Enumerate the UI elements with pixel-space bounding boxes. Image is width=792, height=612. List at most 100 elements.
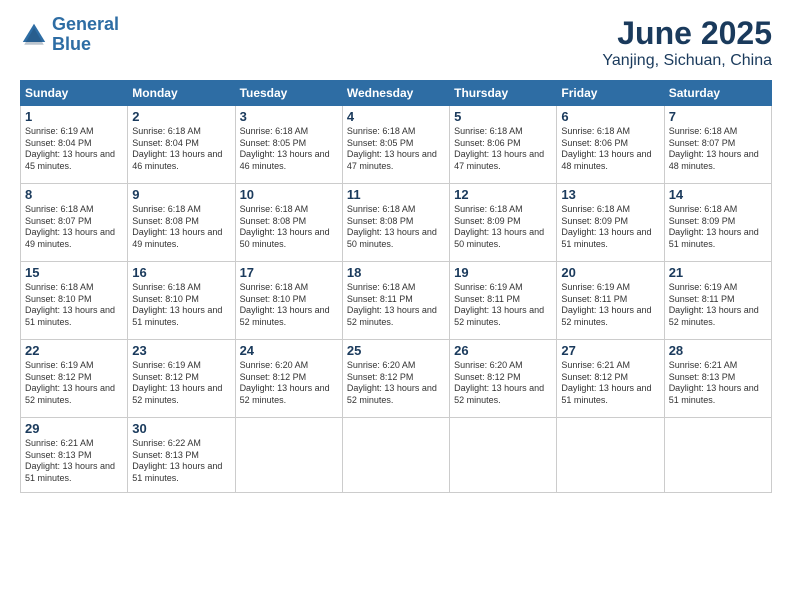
day-number: 16 xyxy=(132,265,230,280)
calendar-cell: 9 Sunrise: 6:18 AM Sunset: 8:08 PM Dayli… xyxy=(128,184,235,262)
daylight-text: Daylight: 13 hours and 52 minutes. xyxy=(347,383,445,406)
calendar-week-row: 22 Sunrise: 6:19 AM Sunset: 8:12 PM Dayl… xyxy=(21,340,772,418)
daylight-text: Daylight: 13 hours and 48 minutes. xyxy=(669,149,767,172)
day-number: 5 xyxy=(454,109,552,124)
sunset-text: Sunset: 8:12 PM xyxy=(561,372,659,384)
day-info: Sunrise: 6:21 AM Sunset: 8:13 PM Dayligh… xyxy=(669,360,767,407)
sunset-text: Sunset: 8:13 PM xyxy=(669,372,767,384)
day-number: 29 xyxy=(25,421,123,436)
calendar-cell: 16 Sunrise: 6:18 AM Sunset: 8:10 PM Dayl… xyxy=(128,262,235,340)
sunrise-text: Sunrise: 6:18 AM xyxy=(132,282,230,294)
calendar-day-header: Sunday xyxy=(21,81,128,106)
sunrise-text: Sunrise: 6:20 AM xyxy=(240,360,338,372)
daylight-text: Daylight: 13 hours and 51 minutes. xyxy=(669,227,767,250)
daylight-text: Daylight: 13 hours and 46 minutes. xyxy=(240,149,338,172)
sunrise-text: Sunrise: 6:18 AM xyxy=(669,126,767,138)
sunrise-text: Sunrise: 6:19 AM xyxy=(454,282,552,294)
calendar-day-header: Wednesday xyxy=(342,81,449,106)
day-info: Sunrise: 6:18 AM Sunset: 8:07 PM Dayligh… xyxy=(25,204,123,251)
page: General Blue June 2025 Yanjing, Sichuan,… xyxy=(0,0,792,612)
daylight-text: Daylight: 13 hours and 52 minutes. xyxy=(454,383,552,406)
sunset-text: Sunset: 8:11 PM xyxy=(454,294,552,306)
sunset-text: Sunset: 8:11 PM xyxy=(347,294,445,306)
day-number: 4 xyxy=(347,109,445,124)
calendar-cell xyxy=(235,418,342,493)
daylight-text: Daylight: 13 hours and 51 minutes. xyxy=(25,305,123,328)
calendar-cell: 12 Sunrise: 6:18 AM Sunset: 8:09 PM Dayl… xyxy=(450,184,557,262)
day-info: Sunrise: 6:18 AM Sunset: 8:09 PM Dayligh… xyxy=(454,204,552,251)
sunrise-text: Sunrise: 6:18 AM xyxy=(669,204,767,216)
calendar-cell: 10 Sunrise: 6:18 AM Sunset: 8:08 PM Dayl… xyxy=(235,184,342,262)
day-info: Sunrise: 6:18 AM Sunset: 8:09 PM Dayligh… xyxy=(561,204,659,251)
calendar-cell: 18 Sunrise: 6:18 AM Sunset: 8:11 PM Dayl… xyxy=(342,262,449,340)
calendar-cell xyxy=(342,418,449,493)
calendar-cell: 11 Sunrise: 6:18 AM Sunset: 8:08 PM Dayl… xyxy=(342,184,449,262)
sunset-text: Sunset: 8:04 PM xyxy=(132,138,230,150)
daylight-text: Daylight: 13 hours and 48 minutes. xyxy=(561,149,659,172)
sunset-text: Sunset: 8:07 PM xyxy=(669,138,767,150)
sunset-text: Sunset: 8:10 PM xyxy=(132,294,230,306)
day-number: 14 xyxy=(669,187,767,202)
sunset-text: Sunset: 8:09 PM xyxy=(669,216,767,228)
daylight-text: Daylight: 13 hours and 51 minutes. xyxy=(132,305,230,328)
day-info: Sunrise: 6:18 AM Sunset: 8:08 PM Dayligh… xyxy=(240,204,338,251)
day-info: Sunrise: 6:21 AM Sunset: 8:12 PM Dayligh… xyxy=(561,360,659,407)
sunset-text: Sunset: 8:13 PM xyxy=(25,450,123,462)
daylight-text: Daylight: 13 hours and 51 minutes. xyxy=(561,227,659,250)
day-info: Sunrise: 6:18 AM Sunset: 8:08 PM Dayligh… xyxy=(347,204,445,251)
day-number: 12 xyxy=(454,187,552,202)
day-info: Sunrise: 6:19 AM Sunset: 8:04 PM Dayligh… xyxy=(25,126,123,173)
day-info: Sunrise: 6:18 AM Sunset: 8:10 PM Dayligh… xyxy=(132,282,230,329)
sunrise-text: Sunrise: 6:19 AM xyxy=(669,282,767,294)
daylight-text: Daylight: 13 hours and 49 minutes. xyxy=(25,227,123,250)
calendar-cell: 22 Sunrise: 6:19 AM Sunset: 8:12 PM Dayl… xyxy=(21,340,128,418)
calendar-week-row: 1 Sunrise: 6:19 AM Sunset: 8:04 PM Dayli… xyxy=(21,106,772,184)
sunset-text: Sunset: 8:09 PM xyxy=(561,216,659,228)
day-number: 2 xyxy=(132,109,230,124)
day-number: 20 xyxy=(561,265,659,280)
header: General Blue June 2025 Yanjing, Sichuan,… xyxy=(20,15,772,70)
day-info: Sunrise: 6:18 AM Sunset: 8:08 PM Dayligh… xyxy=(132,204,230,251)
day-number: 8 xyxy=(25,187,123,202)
calendar-cell: 3 Sunrise: 6:18 AM Sunset: 8:05 PM Dayli… xyxy=(235,106,342,184)
sunset-text: Sunset: 8:08 PM xyxy=(240,216,338,228)
calendar-day-header: Thursday xyxy=(450,81,557,106)
calendar-cell: 15 Sunrise: 6:18 AM Sunset: 8:10 PM Dayl… xyxy=(21,262,128,340)
calendar-cell: 21 Sunrise: 6:19 AM Sunset: 8:11 PM Dayl… xyxy=(664,262,771,340)
day-info: Sunrise: 6:18 AM Sunset: 8:05 PM Dayligh… xyxy=(240,126,338,173)
day-info: Sunrise: 6:19 AM Sunset: 8:11 PM Dayligh… xyxy=(561,282,659,329)
calendar-day-header: Tuesday xyxy=(235,81,342,106)
calendar-cell xyxy=(664,418,771,493)
calendar-cell: 23 Sunrise: 6:19 AM Sunset: 8:12 PM Dayl… xyxy=(128,340,235,418)
daylight-text: Daylight: 13 hours and 50 minutes. xyxy=(347,227,445,250)
calendar-cell: 29 Sunrise: 6:21 AM Sunset: 8:13 PM Dayl… xyxy=(21,418,128,493)
day-info: Sunrise: 6:18 AM Sunset: 8:04 PM Dayligh… xyxy=(132,126,230,173)
daylight-text: Daylight: 13 hours and 51 minutes. xyxy=(669,383,767,406)
daylight-text: Daylight: 13 hours and 52 minutes. xyxy=(561,305,659,328)
sunset-text: Sunset: 8:04 PM xyxy=(25,138,123,150)
sunrise-text: Sunrise: 6:18 AM xyxy=(240,282,338,294)
day-number: 7 xyxy=(669,109,767,124)
calendar-cell: 27 Sunrise: 6:21 AM Sunset: 8:12 PM Dayl… xyxy=(557,340,664,418)
day-info: Sunrise: 6:19 AM Sunset: 8:11 PM Dayligh… xyxy=(669,282,767,329)
calendar-cell: 7 Sunrise: 6:18 AM Sunset: 8:07 PM Dayli… xyxy=(664,106,771,184)
sunset-text: Sunset: 8:12 PM xyxy=(25,372,123,384)
title-block: June 2025 Yanjing, Sichuan, China xyxy=(602,15,772,70)
daylight-text: Daylight: 13 hours and 52 minutes. xyxy=(132,383,230,406)
logo-icon xyxy=(20,21,48,49)
calendar-cell: 17 Sunrise: 6:18 AM Sunset: 8:10 PM Dayl… xyxy=(235,262,342,340)
day-number: 18 xyxy=(347,265,445,280)
daylight-text: Daylight: 13 hours and 52 minutes. xyxy=(240,383,338,406)
day-info: Sunrise: 6:18 AM Sunset: 8:11 PM Dayligh… xyxy=(347,282,445,329)
sunrise-text: Sunrise: 6:19 AM xyxy=(132,360,230,372)
day-number: 22 xyxy=(25,343,123,358)
calendar-cell: 28 Sunrise: 6:21 AM Sunset: 8:13 PM Dayl… xyxy=(664,340,771,418)
day-info: Sunrise: 6:19 AM Sunset: 8:11 PM Dayligh… xyxy=(454,282,552,329)
calendar-day-header: Monday xyxy=(128,81,235,106)
day-number: 6 xyxy=(561,109,659,124)
calendar-cell: 19 Sunrise: 6:19 AM Sunset: 8:11 PM Dayl… xyxy=(450,262,557,340)
logo-text: General Blue xyxy=(52,15,119,55)
sunrise-text: Sunrise: 6:18 AM xyxy=(25,282,123,294)
day-number: 24 xyxy=(240,343,338,358)
day-info: Sunrise: 6:21 AM Sunset: 8:13 PM Dayligh… xyxy=(25,438,123,485)
